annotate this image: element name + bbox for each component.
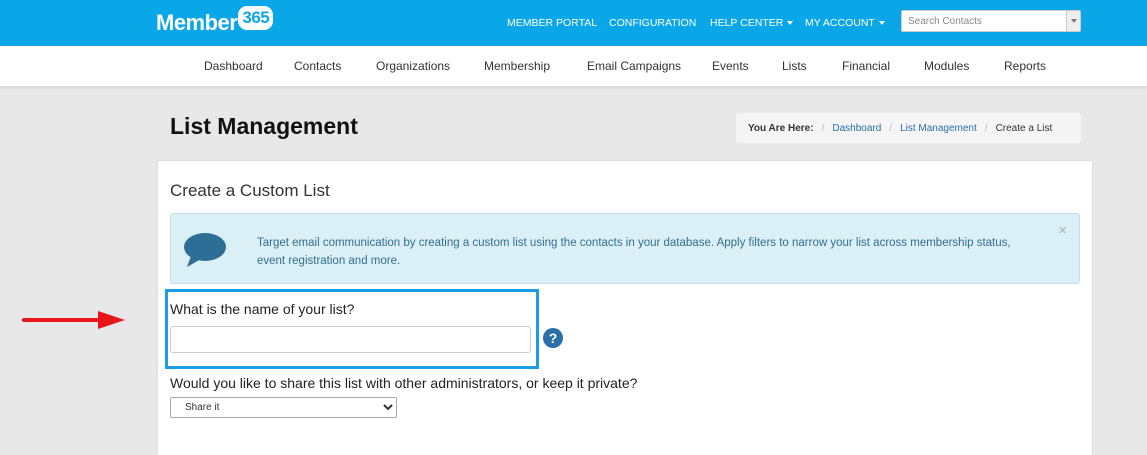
brand-logo[interactable]: Member 365 [156, 6, 274, 38]
breadcrumb-lead: You Are Here: [748, 122, 814, 134]
breadcrumb-current: Create a List [995, 122, 1053, 134]
topnav-configuration-label: CONFIGURATION [609, 17, 697, 29]
breadcrumb-separator: / [984, 122, 988, 134]
caret-down-icon [878, 21, 885, 25]
topnav-configuration[interactable]: CONFIGURATION [609, 0, 696, 46]
breadcrumb-separator: / [821, 122, 825, 134]
breadcrumb: You Are Here: / Dashboard / List Managem… [736, 113, 1081, 143]
search-contacts [901, 10, 1081, 32]
topnav-my-account-label: MY ACCOUNT [805, 17, 875, 29]
red-arrow-annotation [22, 311, 125, 329]
search-dropdown-icon[interactable] [1066, 11, 1080, 31]
panel-title: Create a Custom List [170, 181, 330, 200]
create-list-panel: Create a Custom List Target email commun… [157, 160, 1093, 455]
topnav-my-account[interactable]: MY ACCOUNT [805, 0, 885, 46]
brand-badge: 365 [238, 6, 274, 30]
close-icon[interactable]: × [1058, 222, 1067, 239]
topnav-member-portal-label: MEMBER PORTAL [507, 17, 598, 29]
share-select[interactable]: Share it [170, 397, 397, 418]
topnav-help-center[interactable]: HELP CENTER [710, 0, 794, 46]
topnav-member-portal[interactable]: MEMBER PORTAL [507, 0, 597, 46]
nav-membership[interactable]: Membership [484, 46, 550, 87]
nav-email-campaigns[interactable]: Email Campaigns [587, 46, 681, 87]
info-alert: Target email communication by creating a… [170, 213, 1080, 284]
brand-name: Member [156, 10, 238, 35]
nav-modules[interactable]: Modules [924, 46, 969, 87]
share-label: Would you like to share this list with o… [170, 375, 638, 391]
nav-financial[interactable]: Financial [842, 46, 890, 87]
nav-contacts[interactable]: Contacts [294, 46, 341, 87]
main-nav: Dashboard Contacts Organizations Members… [0, 46, 1147, 87]
nav-reports[interactable]: Reports [1004, 46, 1046, 87]
list-name-input[interactable] [170, 326, 531, 353]
caret-down-icon [787, 21, 794, 25]
breadcrumb-dashboard[interactable]: Dashboard [832, 123, 881, 134]
nav-organizations[interactable]: Organizations [376, 46, 450, 87]
speech-bubble-icon [184, 233, 226, 267]
nav-events[interactable]: Events [712, 46, 749, 87]
breadcrumb-list-management[interactable]: List Management [900, 123, 977, 134]
topnav-help-center-label: HELP CENTER [710, 17, 784, 29]
alert-text: Target email communication by creating a… [257, 237, 1011, 267]
list-name-label: What is the name of your list? [170, 301, 355, 317]
question-circle-icon[interactable]: ? [543, 328, 563, 348]
page-title: List Management [170, 113, 358, 139]
nav-dashboard[interactable]: Dashboard [204, 46, 263, 87]
nav-lists[interactable]: Lists [782, 46, 807, 87]
top-bar: Member 365 MEMBER PORTAL CONFIGURATION HE… [0, 0, 1147, 46]
search-input[interactable] [902, 11, 1062, 32]
breadcrumb-separator: / [889, 122, 893, 134]
